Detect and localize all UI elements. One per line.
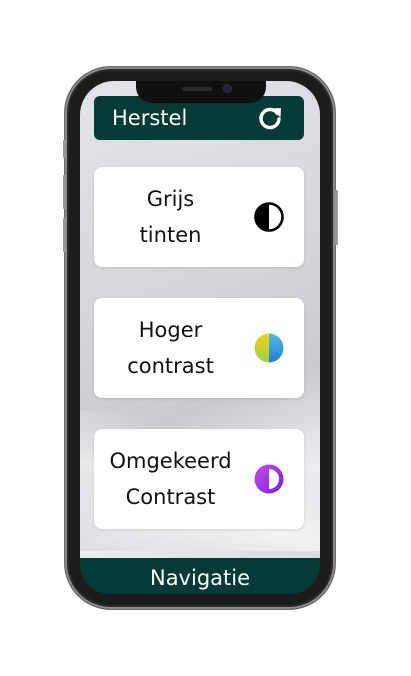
high-contrast-icon xyxy=(254,333,284,363)
high-contrast-label: Hoger contrast xyxy=(127,318,214,378)
grayscale-icon xyxy=(254,202,284,232)
inverted-contrast-card[interactable]: Omgekeerd Contrast xyxy=(94,429,304,529)
volume-up-button xyxy=(63,175,66,209)
inverted-contrast-icon xyxy=(254,464,284,494)
volume-down-button xyxy=(63,218,66,252)
inverted-contrast-label: Omgekeerd Contrast xyxy=(109,449,232,509)
speaker xyxy=(182,87,212,91)
grayscale-card[interactable]: Grijs tinten xyxy=(94,167,304,267)
mute-switch xyxy=(63,140,66,158)
camera xyxy=(224,85,231,92)
high-contrast-card[interactable]: Hoger contrast xyxy=(94,298,304,398)
reset-title: Herstel xyxy=(112,106,188,130)
navigation-bar[interactable]: Navigatie xyxy=(80,558,320,594)
grayscale-label: Grijs tinten xyxy=(139,187,202,247)
power-button xyxy=(335,190,338,245)
notch xyxy=(136,81,266,103)
refresh-icon[interactable] xyxy=(256,104,284,132)
